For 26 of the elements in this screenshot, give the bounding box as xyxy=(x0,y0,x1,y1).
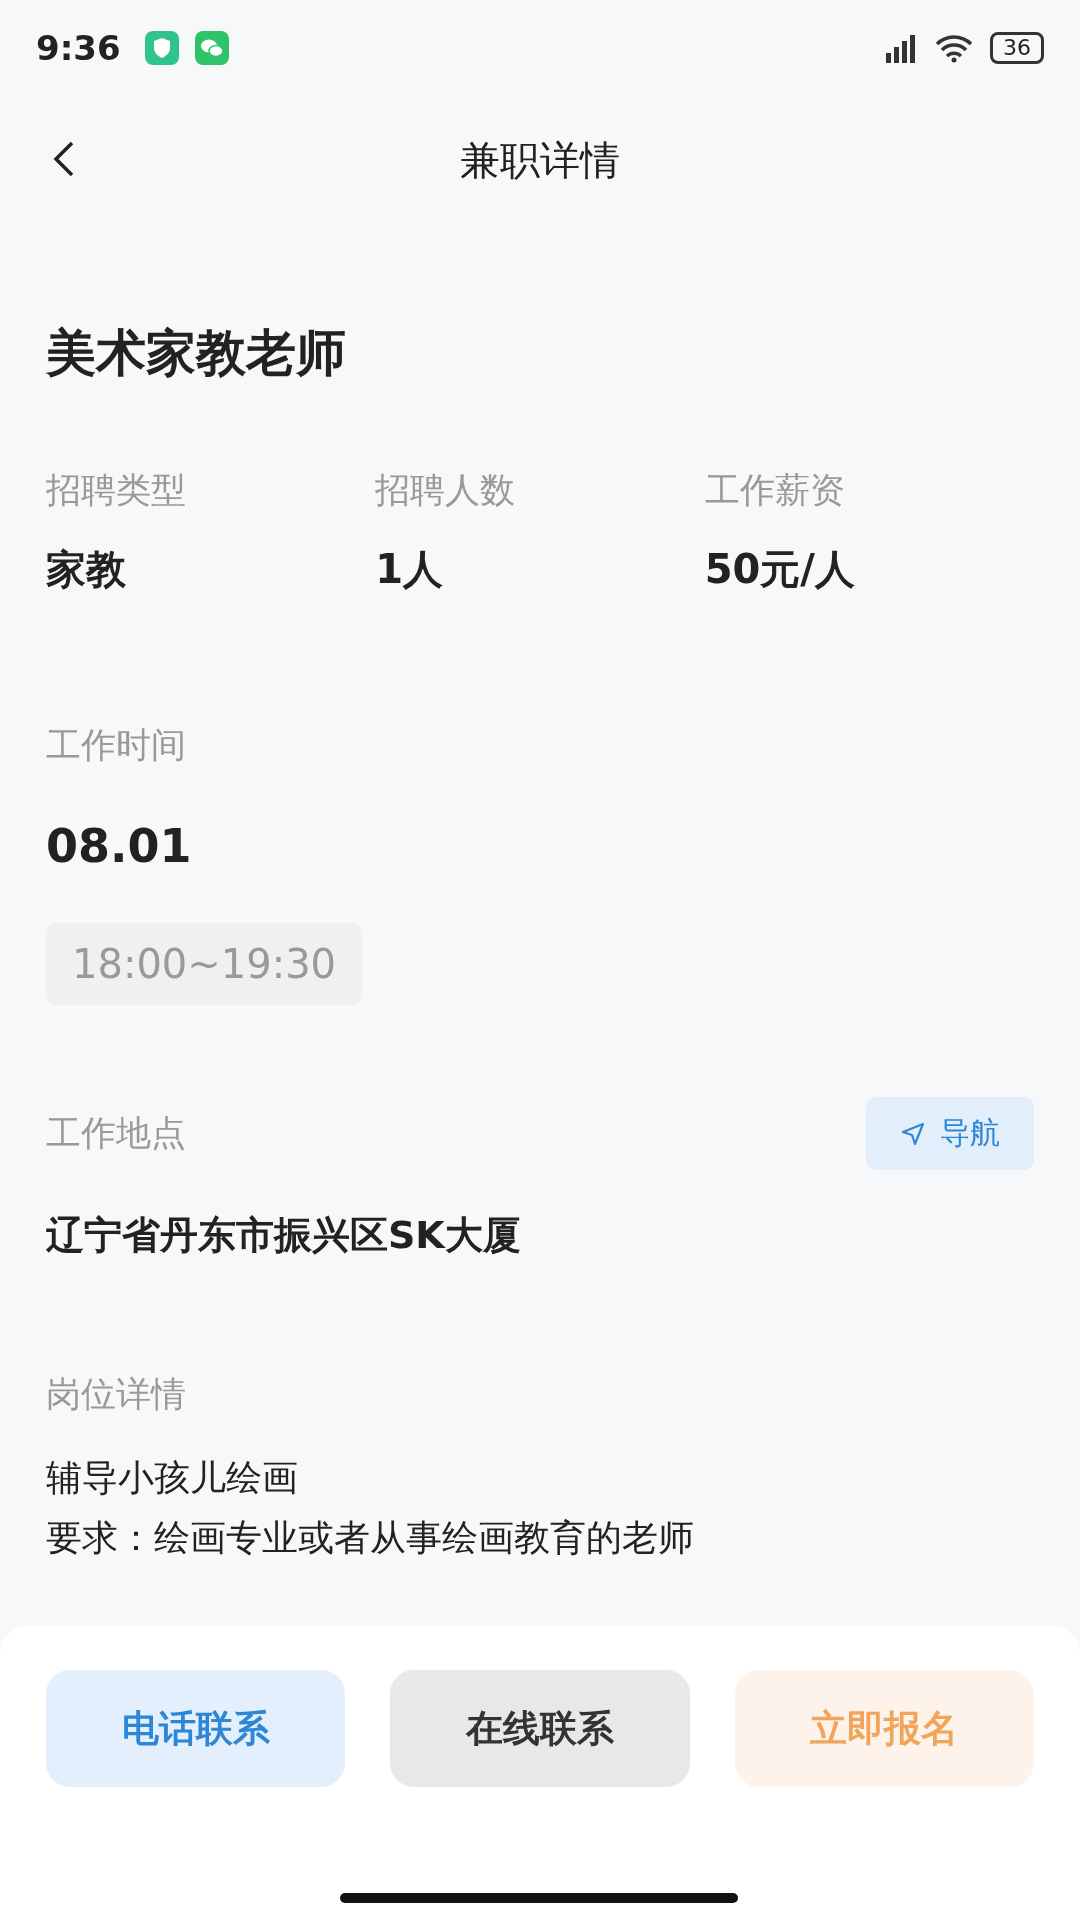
fact-value: 家教 xyxy=(46,545,127,594)
address-text: 辽宁省丹东市振兴区SK大厦 xyxy=(46,1212,522,1259)
fact-value: 1人 xyxy=(375,545,445,594)
fact-value: 50元/人 xyxy=(704,545,856,594)
phone-contact-button[interactable]: 电话联系 xyxy=(46,1670,346,1787)
fact-label: 招聘类型 xyxy=(46,469,187,512)
section-label: 岗位详情 xyxy=(46,1373,187,1416)
fact-label: 招聘人数 xyxy=(375,469,517,512)
wifi-icon xyxy=(934,32,974,63)
shield-app-icon xyxy=(144,30,179,65)
fact-label: 工作薪资 xyxy=(704,469,846,512)
section-label: 工作时间 xyxy=(46,724,187,767)
navigation-arrow-icon xyxy=(900,1120,926,1147)
section-label: 工作地点 xyxy=(46,1112,186,1155)
work-date: 08.01 xyxy=(46,819,193,873)
job-title: 美术家教老师 xyxy=(46,323,347,384)
online-contact-button[interactable]: 在线联系 xyxy=(390,1670,690,1787)
detail-text: 要求：绘画专业或者从事绘画教育的老师 xyxy=(46,1516,695,1560)
time-slot: 18:00~19:30 xyxy=(46,923,363,1005)
status-time: 9:36 xyxy=(36,27,121,68)
apply-button[interactable]: 立即报名 xyxy=(734,1670,1034,1787)
navigate-button[interactable]: 导航 xyxy=(866,1097,1034,1170)
detail-text: 辅导小孩儿绘画 xyxy=(46,1456,299,1500)
page-title: 兼职详情 xyxy=(460,135,620,185)
battery-indicator: 36 xyxy=(990,31,1044,64)
chat-app-icon xyxy=(194,30,229,65)
